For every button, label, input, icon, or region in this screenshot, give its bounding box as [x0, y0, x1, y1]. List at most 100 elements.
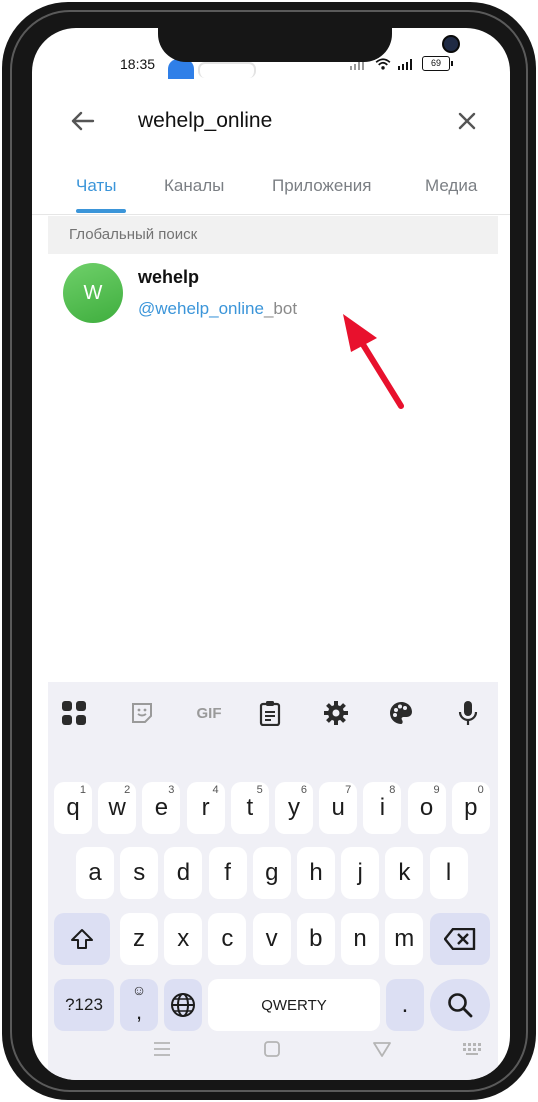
keyboard-hide-button[interactable]: [460, 1038, 484, 1060]
key-e[interactable]: e3: [142, 782, 181, 834]
key-j-label: j: [357, 859, 363, 886]
key-w-hint: 2: [124, 784, 131, 796]
home-square-icon: [264, 1041, 280, 1057]
key-o[interactable]: o9: [407, 782, 446, 834]
search-key[interactable]: [430, 979, 490, 1031]
key-q[interactable]: q1: [54, 782, 92, 834]
key-v[interactable]: v: [252, 913, 291, 965]
search-input[interactable]: [138, 106, 438, 136]
key-r-label: r: [201, 794, 210, 821]
key-a-label: a: [88, 859, 102, 886]
period-key[interactable]: .: [386, 979, 424, 1031]
avatar: W: [63, 263, 123, 323]
system-nav-bar: [32, 1028, 510, 1068]
key-c[interactable]: c: [208, 913, 247, 965]
screen: 18:35 69 wehelp_online Чаты Каналы Прило…: [32, 28, 510, 1080]
key-u-hint: 7: [345, 784, 352, 796]
tab-chats[interactable]: Чаты: [76, 176, 116, 196]
key-g[interactable]: g: [252, 847, 291, 899]
key-r[interactable]: r4: [186, 782, 225, 834]
battery-icon: 69: [422, 56, 453, 71]
clipboard-icon[interactable]: [254, 697, 286, 729]
emoji-comma-key[interactable]: ☺ ,: [120, 979, 158, 1031]
space-key[interactable]: QWERTY: [208, 979, 380, 1031]
key-j[interactable]: j: [341, 847, 380, 899]
result-username: @wehelp_online_bot: [138, 299, 297, 319]
front-camera: [442, 35, 460, 53]
microphone-icon[interactable]: [452, 697, 484, 729]
key-h[interactable]: h: [297, 847, 335, 899]
menu-nav-button[interactable]: [150, 1038, 174, 1060]
on-screen-keyboard: GIF q1w2e3r4t5y6u7i8o9p0 asdfghjkl z x c…: [48, 682, 498, 1080]
back-triangle-icon: [373, 1042, 391, 1057]
key-m[interactable]: m: [385, 913, 424, 965]
shift-icon: [71, 929, 93, 949]
key-r-hint: 4: [212, 784, 219, 796]
key-y[interactable]: y6: [275, 782, 313, 834]
sticker-icon[interactable]: [126, 697, 158, 729]
key-g-label: g: [265, 859, 279, 886]
phone-frame: 18:35 69 wehelp_online Чаты Каналы Прило…: [2, 2, 536, 1100]
notification-app-icon: [168, 59, 194, 79]
clear-search-button[interactable]: [450, 104, 484, 138]
key-z[interactable]: z: [120, 913, 158, 965]
tab-channels[interactable]: Каналы: [164, 176, 224, 196]
key-f[interactable]: f: [208, 847, 247, 899]
key-p[interactable]: p0: [451, 782, 490, 834]
key-q-hint: 1: [79, 784, 86, 796]
key-x[interactable]: x: [164, 913, 203, 965]
key-e-hint: 3: [168, 784, 175, 796]
apps-grid-icon[interactable]: [58, 697, 90, 729]
close-icon: [458, 112, 476, 130]
key-i-label: i: [379, 794, 386, 821]
key-x-label: x: [177, 925, 190, 952]
shift-key[interactable]: [54, 913, 110, 965]
key-d-label: d: [176, 859, 191, 886]
key-y-hint: 6: [300, 784, 307, 796]
back-nav-button[interactable]: [370, 1038, 394, 1060]
gif-button[interactable]: GIF: [189, 697, 229, 729]
tab-media[interactable]: Медиа: [425, 176, 477, 196]
username-rest: _bot: [263, 299, 298, 318]
key-k-label: k: [398, 859, 411, 886]
wifi-icon: [375, 57, 391, 70]
key-i-hint: 8: [389, 784, 396, 796]
back-button[interactable]: [66, 104, 100, 138]
backspace-icon: [444, 928, 476, 950]
globe-icon: [171, 993, 195, 1017]
tab-apps[interactable]: Приложения: [272, 176, 371, 196]
key-u[interactable]: u7: [319, 782, 358, 834]
search-bar: [32, 90, 510, 150]
key-t[interactable]: t5: [230, 782, 269, 834]
language-key[interactable]: [164, 979, 202, 1031]
key-i[interactable]: i8: [363, 782, 402, 834]
search-tabs: Чаты Каналы Приложения Медиа: [32, 164, 510, 215]
key-f-label: f: [224, 859, 231, 886]
search-result-item[interactable]: W wehelp @wehelp_online_bot: [48, 256, 498, 330]
key-k[interactable]: k: [385, 847, 424, 899]
settings-gear-icon[interactable]: [320, 697, 352, 729]
notification-pill: [198, 62, 256, 78]
key-q-label: q: [66, 794, 80, 821]
key-l[interactable]: l: [429, 847, 468, 899]
palette-icon[interactable]: [385, 697, 417, 729]
emoji-icon: ☺: [131, 982, 147, 998]
key-w[interactable]: w2: [98, 782, 137, 834]
key-d[interactable]: d: [164, 847, 203, 899]
result-name: wehelp: [138, 267, 200, 287]
key-s-label: s: [133, 859, 146, 886]
backspace-key[interactable]: [430, 913, 490, 965]
symbols-key[interactable]: ?123: [54, 979, 114, 1031]
key-t-hint: 5: [256, 784, 263, 796]
key-a[interactable]: a: [76, 847, 114, 899]
home-nav-button[interactable]: [260, 1038, 284, 1060]
menu-lines-icon: [154, 1042, 170, 1056]
key-z-label: z: [133, 925, 145, 952]
key-v-label: v: [265, 925, 278, 952]
key-s[interactable]: s: [120, 847, 159, 899]
keyboard-toolbar: GIF: [48, 682, 498, 744]
key-w-label: w: [108, 794, 126, 821]
key-b[interactable]: b: [296, 913, 335, 965]
active-tab-indicator: [76, 209, 126, 213]
key-n[interactable]: n: [341, 913, 379, 965]
